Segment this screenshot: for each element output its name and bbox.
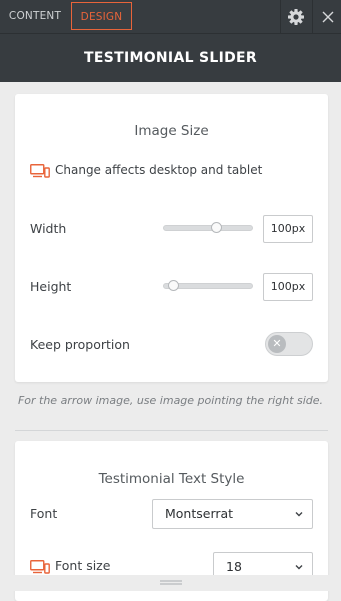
toggle-off-icon: ✕	[268, 335, 286, 353]
devices-icon	[30, 560, 50, 574]
image-size-title: Image Size	[134, 123, 209, 139]
width-slider-thumb[interactable]	[211, 222, 223, 233]
chevron-down-icon	[295, 565, 303, 570]
width-input[interactable]: 100px	[263, 215, 313, 243]
keep-proportion-label: Keep proportion	[30, 337, 130, 352]
toolbar-separator	[280, 0, 281, 33]
close-button[interactable]	[316, 4, 340, 30]
keep-proportion-toggle[interactable]: ✕	[265, 332, 313, 356]
gear-icon	[288, 9, 304, 25]
font-size-label: Font size	[55, 558, 111, 573]
close-icon	[322, 11, 334, 23]
devices-icon	[30, 164, 50, 178]
height-slider[interactable]	[163, 280, 253, 291]
settings-button[interactable]	[283, 4, 309, 30]
page-title: TESTIMONIAL SLIDER	[84, 50, 257, 66]
tab-content[interactable]: CONTENT	[4, 2, 66, 30]
resize-bar[interactable]	[0, 575, 341, 591]
arrow-image-hint: For the arrow image, use image pointing …	[17, 394, 324, 407]
chevron-down-icon	[295, 512, 303, 517]
text-style-title: Testimonial Text Style	[98, 471, 245, 487]
height-slider-thumb[interactable]	[167, 280, 179, 291]
height-label: Height	[30, 279, 72, 294]
font-label: Font	[30, 506, 58, 521]
height-input[interactable]: 100px	[263, 273, 313, 301]
top-bar: CONTENT DESIGN TESTIMONIAL SLIDER	[0, 0, 341, 82]
device-note: Change affects desktop and tablet	[55, 163, 263, 177]
section-divider	[15, 430, 328, 431]
tab-design[interactable]: DESIGN	[71, 2, 132, 30]
drag-handle-icon	[160, 580, 182, 585]
font-select-value: Montserrat	[165, 506, 234, 521]
toolbar-separator	[312, 0, 313, 33]
image-size-panel: Image Size Change affects desktop and ta…	[15, 94, 328, 382]
width-slider[interactable]	[163, 222, 253, 233]
width-label: Width	[30, 221, 67, 236]
font-select[interactable]: Montserrat	[152, 499, 313, 529]
